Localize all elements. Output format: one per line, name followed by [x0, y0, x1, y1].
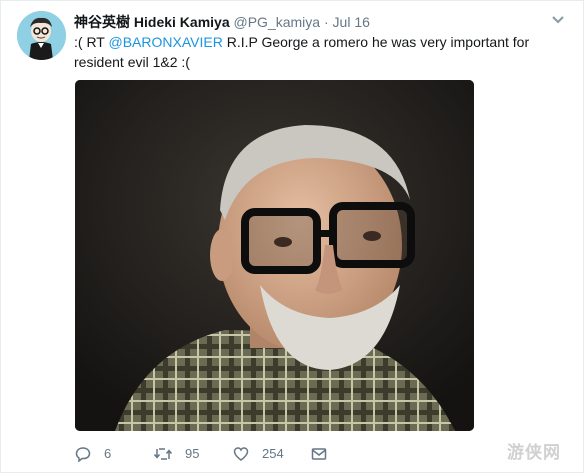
tweet-date[interactable]: Jul 16	[333, 14, 370, 30]
tweet-card[interactable]: 神谷英樹 Hideki Kamiya @PG_kamiya · Jul 16 :…	[0, 0, 584, 473]
tweet-text-line1: R.I.P George a romero he was very import…	[222, 34, 530, 50]
mention-link[interactable]: @BARONXAVIER	[109, 34, 223, 50]
tweet-text-prefix: :( RT	[74, 34, 109, 50]
cartoon-avatar-icon	[17, 11, 66, 60]
like-button[interactable]: 254	[233, 444, 284, 464]
retweet-count: 95	[185, 446, 200, 461]
like-count: 254	[262, 446, 284, 461]
reply-button[interactable]: 6	[75, 444, 111, 464]
tweet-text-line2: resident evil 1&2 :(	[74, 54, 190, 70]
tweet-photo[interactable]	[75, 80, 474, 431]
retweet-button[interactable]: 95	[154, 444, 199, 464]
display-name[interactable]: 神谷英樹 Hideki Kamiya	[74, 14, 230, 30]
chevron-down-icon[interactable]	[551, 13, 565, 27]
avatar[interactable]	[17, 11, 66, 60]
separator-dot: ·	[323, 14, 329, 30]
portrait-photo-icon	[75, 80, 474, 431]
envelope-icon	[311, 448, 327, 460]
user-handle[interactable]: @PG_kamiya	[234, 14, 321, 30]
reply-icon	[75, 447, 91, 462]
reply-count: 6	[104, 446, 112, 461]
tweet-header: 神谷英樹 Hideki Kamiya @PG_kamiya · Jul 16	[74, 12, 370, 32]
tweet-text: :( RT @BARONXAVIER R.I.P George a romero…	[74, 32, 544, 72]
direct-message-button[interactable]	[311, 444, 340, 464]
retweet-icon	[154, 448, 172, 460]
watermark: 游侠网	[507, 443, 561, 462]
heart-icon	[233, 447, 249, 461]
